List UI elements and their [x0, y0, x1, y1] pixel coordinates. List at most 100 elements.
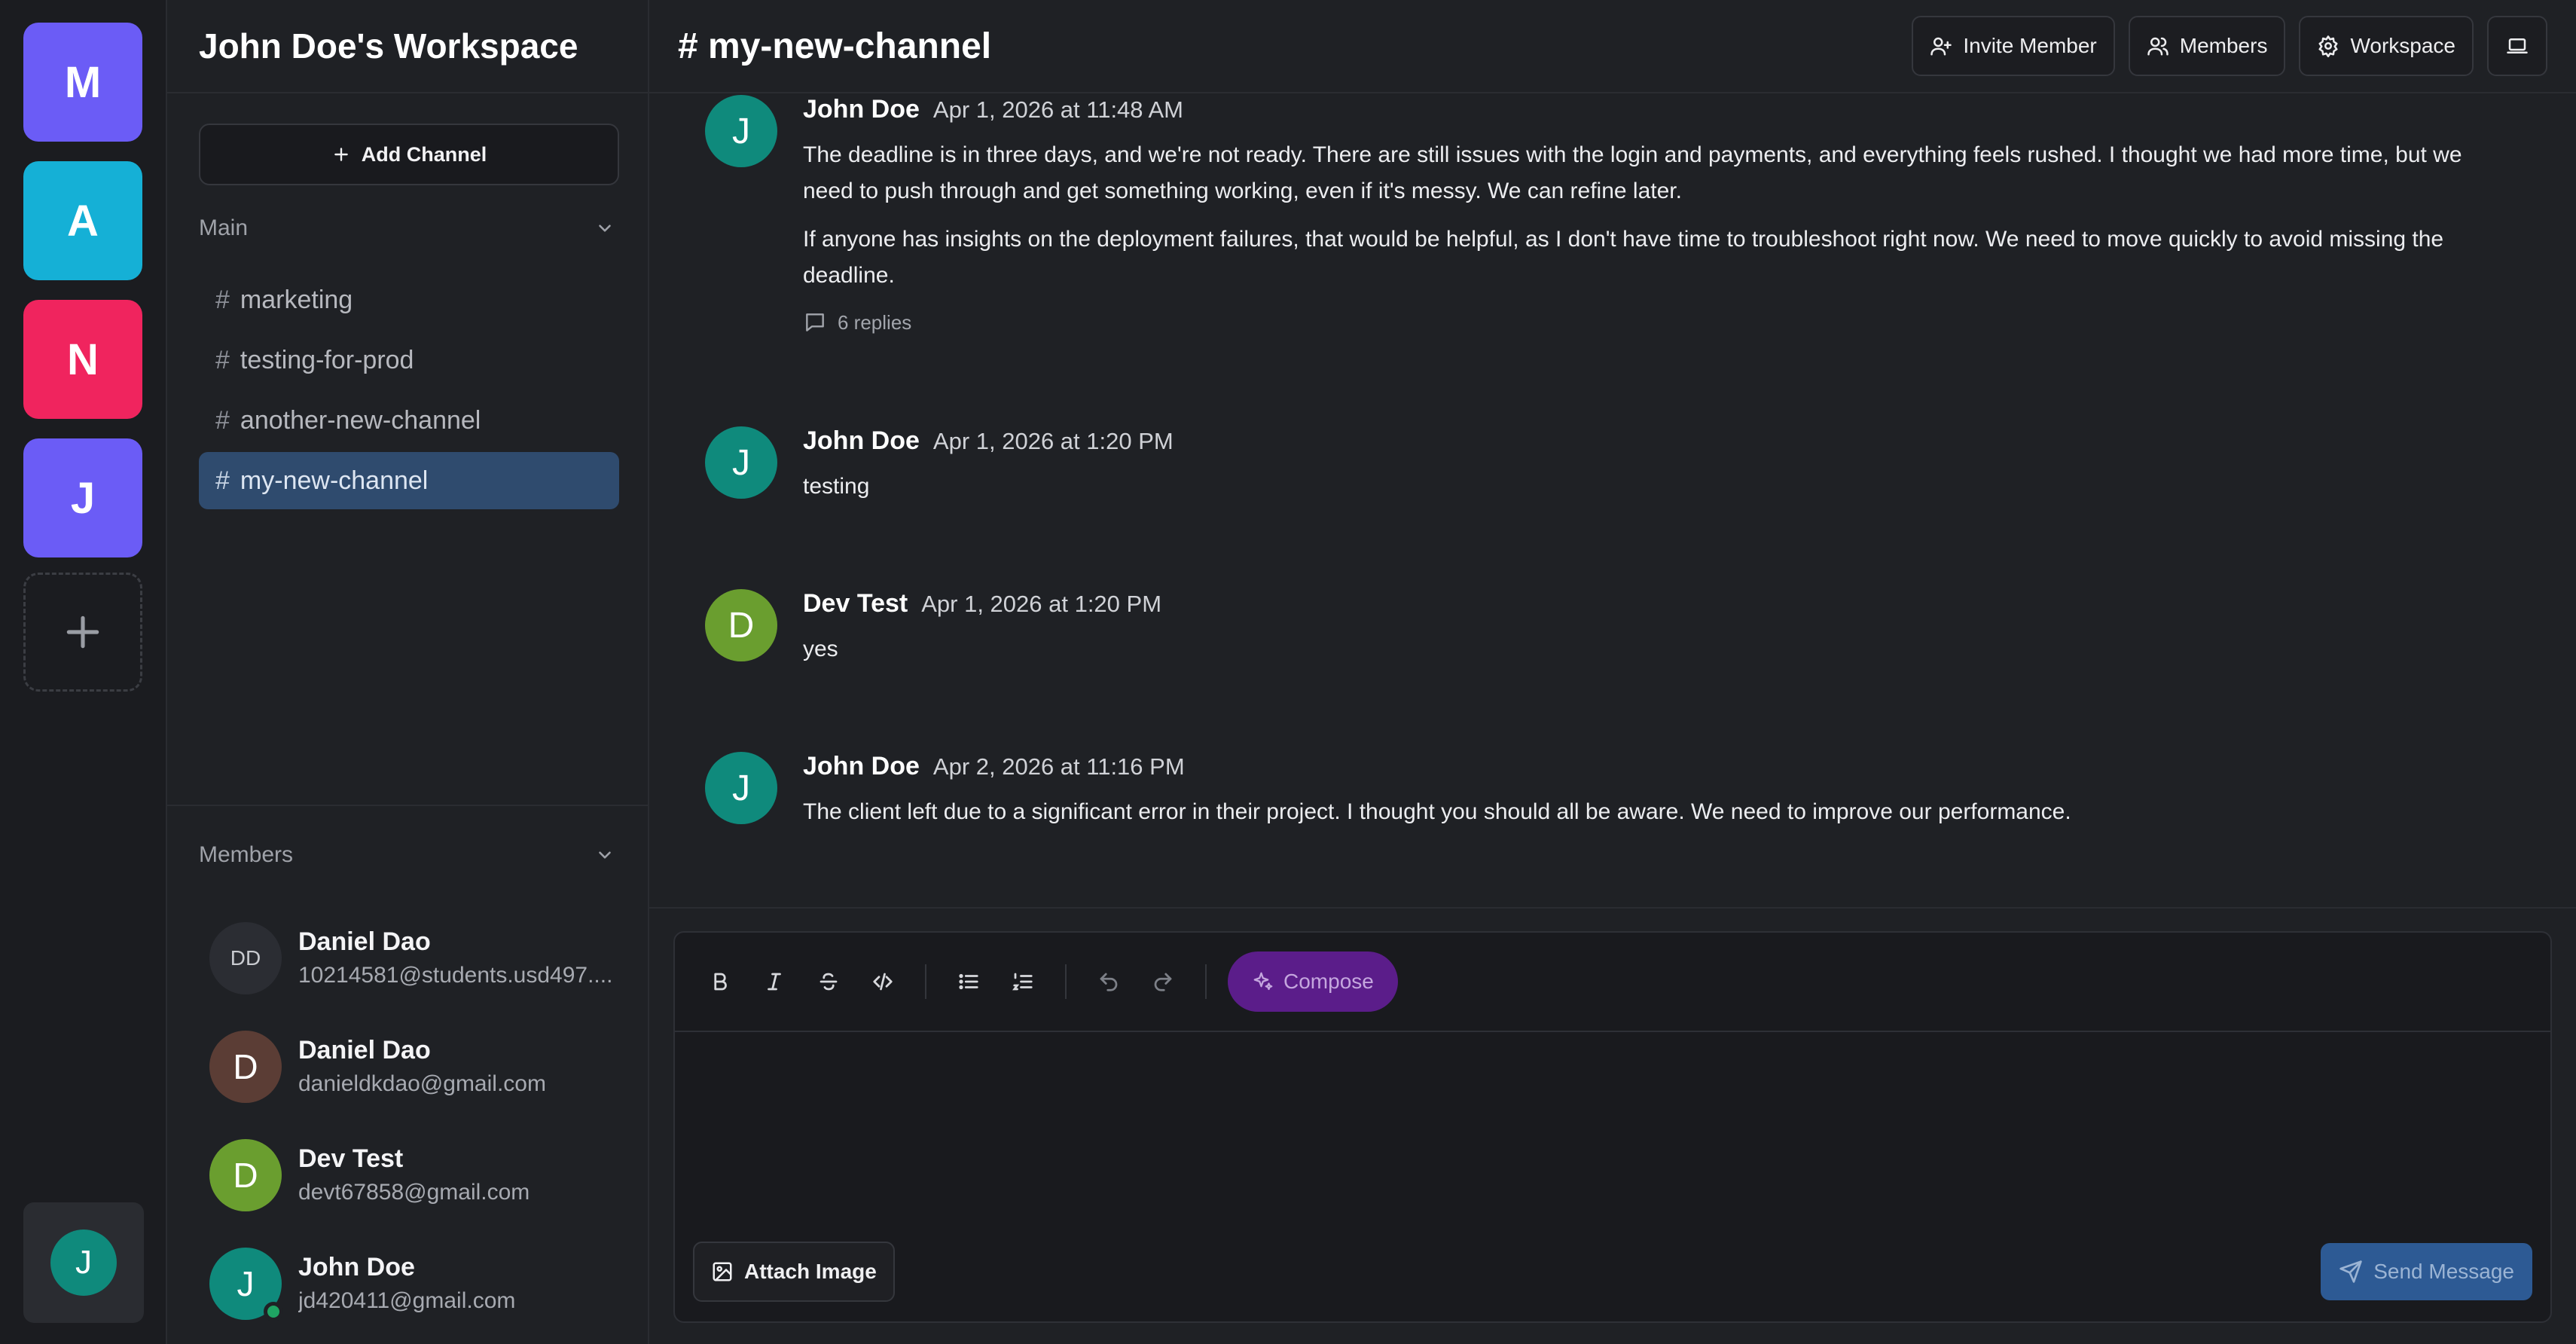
- message-timestamp: Apr 1, 2026 at 1:20 PM: [932, 428, 1174, 454]
- workspace-settings-button[interactable]: Workspace: [2299, 16, 2474, 76]
- redo-button[interactable]: [1139, 958, 1187, 1006]
- avatar: D: [209, 1139, 282, 1211]
- undo-button[interactable]: [1085, 958, 1133, 1006]
- header-actions: Invite Member Members Workspace: [1912, 16, 2547, 76]
- message-composer: Compose Attach Image Send Message: [673, 931, 2552, 1323]
- main-section-toggle[interactable]: Main: [199, 209, 619, 247]
- member-item[interactable]: D Dev Test devt67858@gmail.com: [209, 1121, 631, 1229]
- workspace-rail: M A N J J: [0, 0, 167, 1344]
- workspace-tile-j[interactable]: J: [23, 438, 142, 557]
- member-item[interactable]: J John Doe jd420411@gmail.com: [209, 1229, 631, 1338]
- message-timestamp: Apr 1, 2026 at 11:48 AM: [932, 96, 1183, 123]
- send-label: Send Message: [2373, 1260, 2514, 1283]
- channel-title: # my-new-channel: [678, 26, 992, 66]
- composer-footer: Attach Image Send Message: [675, 1222, 2550, 1321]
- member-name: John Doe: [298, 1253, 415, 1281]
- numbered-list-button[interactable]: [999, 958, 1047, 1006]
- message-author[interactable]: Dev Test: [803, 589, 908, 619]
- members-section-toggle[interactable]: Members: [199, 836, 619, 874]
- compose-ai-button[interactable]: Compose: [1228, 951, 1398, 1012]
- avatar: J: [209, 1248, 283, 1321]
- channel-item-my-new-channel[interactable]: # my-new-channel: [199, 452, 619, 509]
- image-icon: [713, 1262, 732, 1281]
- member-item[interactable]: D Daniel Dao danieldkdao@gmail.com: [209, 1013, 631, 1121]
- button-label: Invite Member: [1963, 34, 2097, 57]
- add-workspace-button[interactable]: [23, 573, 142, 692]
- avatar: D: [209, 1031, 282, 1103]
- strikethrough-icon: [819, 973, 838, 991]
- avatar: J: [50, 1229, 117, 1296]
- message-author[interactable]: John Doe: [803, 426, 920, 456]
- attach-image-button[interactable]: Attach Image: [693, 1242, 895, 1302]
- message-author[interactable]: John Doe: [803, 752, 920, 781]
- message-text: The deadline is in three days, and we're…: [803, 142, 2462, 203]
- channel-item-testing-for-prod[interactable]: # testing-for-prod: [199, 331, 619, 389]
- channel-item-another-new-channel[interactable]: # another-new-channel: [199, 392, 619, 449]
- member-email: 10214581@students.usd497....: [298, 963, 613, 988]
- italic-button[interactable]: [750, 958, 798, 1006]
- strikethrough-button[interactable]: [804, 958, 853, 1006]
- message-author[interactable]: John Doe: [803, 95, 920, 124]
- message-text: yes: [803, 637, 838, 661]
- compose-label: Compose: [1283, 970, 1374, 993]
- channel-item-marketing[interactable]: # marketing: [199, 271, 619, 328]
- hash-icon: #: [215, 285, 230, 314]
- divider: [649, 907, 2576, 909]
- main-panel: # my-new-channel Invite Member Members W…: [649, 0, 2576, 1344]
- message-timestamp: Apr 1, 2026 at 1:20 PM: [921, 591, 1162, 617]
- workspace-tile-a[interactable]: A: [23, 161, 142, 280]
- replies-link[interactable]: 6 replies: [803, 310, 2505, 334]
- comment-icon: [806, 313, 824, 331]
- button-label: Members: [2179, 34, 2268, 57]
- workspace-tile-m[interactable]: M: [23, 23, 142, 142]
- member-list: DD Daniel Dao 10214581@students.usd497..…: [209, 904, 631, 1338]
- add-channel-button[interactable]: Add Channel: [199, 124, 619, 185]
- laptop-icon: [2507, 38, 2528, 53]
- message-timestamp: Apr 2, 2026 at 11:16 PM: [932, 753, 1185, 780]
- add-channel-label: Add Channel: [361, 142, 487, 166]
- message-text: The client left due to a significant err…: [803, 799, 2071, 824]
- hash-icon: #: [215, 405, 230, 435]
- avatar: J: [705, 426, 777, 499]
- laptop-button[interactable]: [2487, 16, 2547, 76]
- message-item: J John Doe Apr 1, 2026 at 1:20 PM testin…: [705, 426, 2505, 505]
- channel-name: testing-for-prod: [240, 345, 414, 374]
- code-button[interactable]: [859, 958, 907, 1006]
- bullet-list-icon: [959, 973, 978, 990]
- send-icon: [2339, 1260, 2362, 1283]
- invite-member-button[interactable]: Invite Member: [1912, 16, 2115, 76]
- divider: [167, 805, 649, 806]
- app-window: M A N J J John Doe's Workspace Add Chann…: [0, 0, 2576, 1344]
- members-button[interactable]: Members: [2128, 16, 2286, 76]
- current-user-button[interactable]: J: [23, 1202, 144, 1323]
- member-item[interactable]: DD Daniel Dao 10214581@students.usd497..…: [209, 904, 631, 1013]
- bullet-list-button[interactable]: [945, 958, 993, 1006]
- message-item: J John Doe Apr 1, 2026 at 11:48 AM The d…: [705, 95, 2505, 334]
- bold-button[interactable]: [696, 958, 744, 1006]
- channel-name: my-new-channel: [240, 466, 429, 495]
- channel-name: another-new-channel: [240, 405, 481, 435]
- avatar: J: [705, 95, 777, 167]
- message-item: D Dev Test Apr 1, 2026 at 1:20 PM yes: [705, 589, 2505, 667]
- message-text: testing: [803, 474, 870, 499]
- attach-label: Attach Image: [744, 1260, 877, 1283]
- message-text: If anyone has insights on the deployment…: [803, 227, 2444, 288]
- formatting-toolbar: Compose: [675, 933, 2550, 1032]
- hash-icon: #: [215, 466, 230, 495]
- workspace-tile-n[interactable]: N: [23, 300, 142, 419]
- avatar-initial: J: [237, 1264, 255, 1303]
- sparkles-icon: [1253, 972, 1273, 991]
- section-label: Main: [199, 215, 249, 240]
- section-label: Members: [199, 842, 294, 867]
- user-plus-icon: [1930, 37, 1952, 56]
- member-name: Dev Test: [298, 1144, 404, 1173]
- channel-sidebar: John Doe's Workspace Add Channel Main # …: [167, 0, 649, 1344]
- toolbar-separator: [925, 964, 926, 999]
- message-input[interactable]: [675, 1032, 2550, 1223]
- undo-icon: [1100, 973, 1118, 991]
- code-icon: [873, 973, 893, 991]
- replies-count: 6 replies: [838, 310, 912, 334]
- button-label: Workspace: [2350, 34, 2455, 57]
- send-message-button[interactable]: Send Message: [2321, 1243, 2532, 1300]
- workspace-name: John Doe's Workspace: [167, 0, 648, 93]
